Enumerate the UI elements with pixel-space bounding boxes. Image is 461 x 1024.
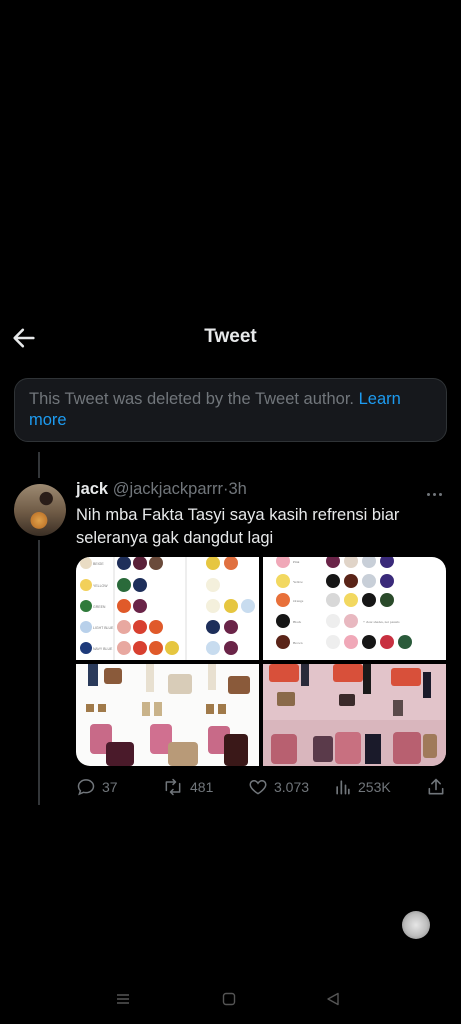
home-icon[interactable] [222, 992, 236, 1006]
palette-row-label: NAVY BLUE [93, 647, 113, 651]
tweet-media-grid[interactable]: BEIGE YELLOW GREEN LIGHT BLUE NAVY BLUE … [76, 557, 446, 766]
tweet-text: Nih mba Fakta Tasyi saya kasih refrensi … [76, 506, 400, 547]
like-button[interactable]: 3.073 [248, 776, 309, 798]
palette-left-graphic: BEIGE YELLOW GREEN LIGHT BLUE NAVY BLUE [80, 557, 255, 660]
thread-line-bottom [38, 540, 40, 805]
tweet-action-bar: 37 481 3.073 253K [76, 776, 446, 798]
media-palette-left[interactable]: BEIGE YELLOW GREEN LIGHT BLUE NAVY BLUE [76, 557, 259, 660]
media-outfits-right[interactable] [263, 664, 446, 766]
back-nav-icon[interactable] [326, 992, 340, 1006]
outfits-right-graphic [263, 664, 446, 766]
like-count: 3.073 [274, 779, 310, 795]
retweet-count: 481 [190, 779, 214, 795]
reply-button[interactable]: 37 [76, 776, 118, 798]
media-outfits-left[interactable] [76, 664, 259, 766]
palette-row-label: Pink [293, 560, 300, 564]
palette-row-label: Black [293, 620, 301, 624]
views-count: 253K [358, 779, 391, 795]
header-bar: Tweet [0, 310, 461, 366]
deleted-notice-text: This Tweet was deleted by the Tweet auth… [29, 390, 355, 408]
deleted-tweet-notice: This Tweet was deleted by the Tweet auth… [14, 378, 447, 442]
tweet-author-line: jack @jackjackparrr·3h [76, 480, 247, 499]
media-palette-right[interactable]: Pink Yellow Orange Black Brown + clear s… [263, 557, 446, 660]
page-title: Tweet [204, 326, 257, 347]
palette-row-label: YELLOW [93, 584, 108, 588]
reply-count: 37 [102, 779, 118, 795]
palette-row-label: Yellow [293, 580, 303, 584]
palette-right-graphic: Pink Yellow Orange Black Brown + clear s… [276, 557, 412, 649]
assistive-touch-button[interactable] [402, 911, 430, 939]
more-options-icon[interactable] [427, 483, 447, 496]
palette-row-label: LIGHT BLUE [93, 626, 114, 630]
views-chart-icon [336, 780, 350, 795]
palette-row-label: Brown [293, 641, 303, 645]
avatar[interactable] [14, 484, 66, 536]
views-button[interactable]: 253K [334, 776, 391, 798]
author-handle[interactable]: @jackjackparrr [113, 480, 223, 498]
heart-icon [249, 779, 267, 795]
tweet-time[interactable]: 3h [229, 480, 247, 498]
share-icon [428, 778, 444, 795]
thread-line-top [38, 452, 40, 478]
author-name[interactable]: jack [76, 480, 108, 498]
system-navigation-bar [0, 985, 461, 1015]
reply-icon [77, 779, 95, 796]
palette-row-label: Orange [293, 599, 304, 603]
palette-row-label: GREEN [93, 605, 106, 609]
palette-note: + clear shades, not pastels [363, 620, 400, 625]
menu-icon[interactable] [116, 993, 130, 1005]
palette-row-label: BEIGE [93, 562, 104, 566]
outfits-left-graphic [86, 664, 250, 766]
retweet-icon [165, 778, 181, 796]
share-button[interactable] [426, 776, 446, 798]
retweet-button[interactable]: 481 [162, 776, 213, 798]
